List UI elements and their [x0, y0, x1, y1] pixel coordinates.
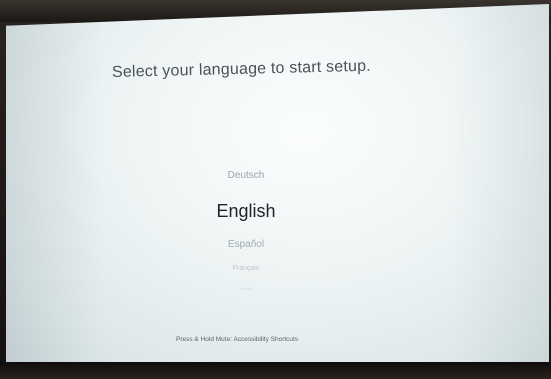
screen-vignette: [6, 4, 549, 366]
language-option-english-selected[interactable]: English: [136, 201, 356, 222]
tv-photo: Select your language to start setup. Deu…: [0, 0, 551, 379]
tv-screen: Select your language to start setup. Deu…: [6, 4, 549, 366]
tv-bezel-bottom: [0, 362, 551, 379]
accessibility-shortcut-hint: Press & Hold Mute: Accessibility Shortcu…: [176, 336, 299, 343]
language-option-italiano[interactable]: Italiano: [136, 286, 356, 291]
language-option-francais[interactable]: Français: [136, 265, 356, 272]
page-title: Select your language to start setup.: [111, 57, 372, 81]
language-option-deutsch[interactable]: Deutsch: [136, 170, 356, 181]
language-option-espanol[interactable]: Español: [136, 239, 356, 250]
